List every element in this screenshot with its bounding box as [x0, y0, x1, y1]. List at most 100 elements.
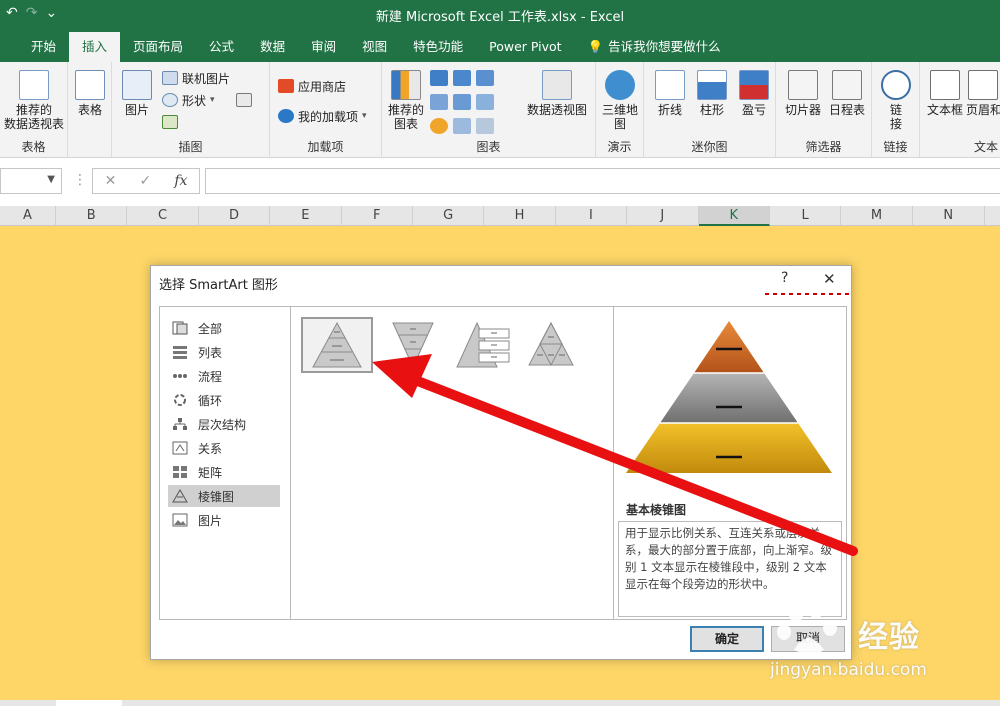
enter-button[interactable]: ✓ — [139, 173, 151, 189]
column-header-g[interactable]: G — [413, 206, 485, 226]
picture-button[interactable]: 图片 — [120, 70, 154, 117]
my-addins-button[interactable]: 我的加载项 ▾ — [278, 106, 367, 126]
tab-special-features[interactable]: 特色功能 — [400, 32, 476, 62]
tab-insert[interactable]: 插入 — [69, 32, 121, 62]
tab-view[interactable]: 视图 — [349, 32, 400, 62]
group-label-links: 链接 — [883, 140, 908, 154]
sheet-tab[interactable] — [56, 700, 122, 706]
category-hierarchy[interactable]: 层次结构 — [168, 413, 280, 435]
column-chart-icon[interactable] — [430, 70, 448, 86]
dialog-title: 选择 SmartArt 图形 — [159, 278, 278, 293]
tab-review[interactable]: 审阅 — [298, 32, 349, 62]
sparkline-column-button[interactable]: 柱形 — [694, 70, 730, 117]
category-label: 层次结构 — [198, 417, 247, 432]
shapes-label: 形状 — [182, 93, 207, 108]
sparkline-line-label: 折线 — [657, 103, 682, 117]
pyramid-list-thumb-icon — [456, 321, 510, 368]
line-chart-icon[interactable] — [430, 94, 448, 110]
category-matrix[interactable]: 矩阵 — [168, 461, 280, 483]
column-header-b[interactable]: B — [56, 206, 128, 226]
column-header-n[interactable]: N — [913, 206, 985, 226]
column-header-j[interactable]: J — [627, 206, 699, 226]
category-pyramid[interactable]: 棱锥图 — [168, 485, 280, 507]
combo-chart-icon[interactable] — [476, 94, 494, 110]
category-cycle[interactable]: 循环 — [168, 389, 280, 411]
header-footer-button[interactable]: 页眉和 — [966, 70, 1000, 117]
ok-button[interactable]: 确定 — [690, 626, 764, 652]
pivot-chart-button[interactable]: 数据透视图 — [522, 70, 592, 117]
statistic-chart-icon[interactable] — [453, 94, 471, 110]
timeline-label: 日程表 — [828, 103, 865, 117]
link-button[interactable]: 链 接 — [878, 70, 914, 131]
basic-pyramid-thumb-icon — [312, 321, 362, 368]
name-box[interactable]: ▼ — [0, 168, 62, 194]
column-header-h[interactable]: H — [484, 206, 556, 226]
column-header-a[interactable]: A — [0, 206, 56, 226]
chevron-down-icon[interactable]: ▼ — [47, 174, 55, 185]
column-header-d[interactable]: D — [199, 206, 271, 226]
formula-buttons: ✕ ✓ fx — [92, 168, 200, 194]
store-button[interactable]: 应用商店 — [278, 76, 346, 96]
tab-page-layout[interactable]: 页面布局 — [120, 32, 196, 62]
category-list-type[interactable]: 列表 — [168, 341, 280, 363]
recommended-pivot-label-1: 推荐的 — [15, 103, 52, 117]
smartart-button[interactable] — [162, 112, 178, 132]
slicer-button[interactable]: 切片器 — [782, 70, 824, 117]
sparkline-line-button[interactable]: 折线 — [652, 70, 688, 117]
smartart-icon — [162, 115, 178, 129]
tab-data[interactable]: 数据 — [247, 32, 298, 62]
online-picture-button[interactable]: 联机图片 — [162, 68, 230, 88]
recommended-pivot-button[interactable]: 推荐的 数据透视表 — [2, 70, 66, 131]
category-process[interactable]: 流程 — [168, 365, 280, 387]
column-header-k[interactable]: K — [698, 206, 770, 226]
help-button[interactable]: ? — [781, 270, 788, 286]
group-addins: 应用商店 我的加载项 ▾ 加载项 — [270, 62, 382, 158]
table-button[interactable]: 表格 — [72, 70, 108, 117]
timeline-button[interactable]: 日程表 — [826, 70, 868, 117]
screenshot-icon — [236, 93, 252, 107]
shapes-button[interactable]: 形状 ▾ — [162, 90, 215, 110]
category-relationship[interactable]: 关系 — [168, 437, 280, 459]
column-header-m[interactable]: M — [841, 206, 913, 226]
close-button[interactable]: ✕ — [823, 270, 836, 288]
chevron-down-icon: ▾ — [362, 111, 367, 121]
layout-pyramid-list[interactable] — [451, 317, 523, 373]
surface-chart-icon[interactable] — [476, 118, 494, 134]
scatter-chart-icon[interactable] — [453, 118, 471, 134]
column-header-e[interactable]: E — [270, 206, 342, 226]
insert-function-button[interactable]: fx — [174, 173, 187, 189]
3d-map-button[interactable]: 三维地 图 — [600, 70, 640, 131]
preview-panel: 基本棱锥图 用于显示比例关系、互连关系或层次关系，最大的部分置于底部，向上渐窄。… — [614, 306, 847, 620]
layout-segmented-pyramid[interactable] — [523, 317, 595, 373]
chart-type-row-1 — [430, 70, 494, 86]
category-all[interactable]: 全部 — [168, 317, 280, 339]
tell-me-text: 告诉我你想要做什么 — [608, 39, 721, 54]
waterfall-chart-icon[interactable] — [476, 70, 494, 86]
column-header-i[interactable]: I — [556, 206, 628, 226]
recommended-charts-button[interactable]: 推荐的 图表 — [386, 70, 426, 131]
textbox-button[interactable]: 文本框 — [924, 70, 966, 117]
group-label-sparklines: 迷你图 — [691, 140, 728, 154]
tell-me-box[interactable]: 💡 告诉我你想要做什么 — [575, 32, 734, 62]
pyramid-preview-icon — [626, 321, 832, 473]
column-header-c[interactable]: C — [127, 206, 199, 226]
cycle-icon — [172, 393, 188, 407]
formula-input[interactable] — [205, 168, 1000, 194]
sparkline-winloss-button[interactable]: 盈亏 — [736, 70, 772, 117]
lightbulb-icon: 💡 — [587, 39, 604, 54]
cancel-entry-button[interactable]: ✕ — [105, 173, 117, 189]
group-label-illustrations: 插图 — [178, 140, 203, 154]
layout-inverted-pyramid[interactable] — [377, 317, 449, 373]
header-footer-icon — [968, 70, 998, 100]
column-header-l[interactable]: L — [770, 206, 842, 226]
tab-power-pivot[interactable]: Power Pivot — [476, 32, 574, 62]
column-header-f[interactable]: F — [342, 206, 413, 226]
pie-chart-icon[interactable] — [430, 118, 448, 134]
layout-basic-pyramid[interactable] — [301, 317, 373, 373]
list-icon — [172, 345, 188, 359]
hierarchy-chart-icon[interactable] — [453, 70, 471, 86]
screenshot-button[interactable] — [236, 90, 252, 110]
tab-home[interactable]: 开始 — [18, 32, 69, 62]
tab-formulas[interactable]: 公式 — [196, 32, 247, 62]
category-picture[interactable]: 图片 — [168, 509, 280, 531]
